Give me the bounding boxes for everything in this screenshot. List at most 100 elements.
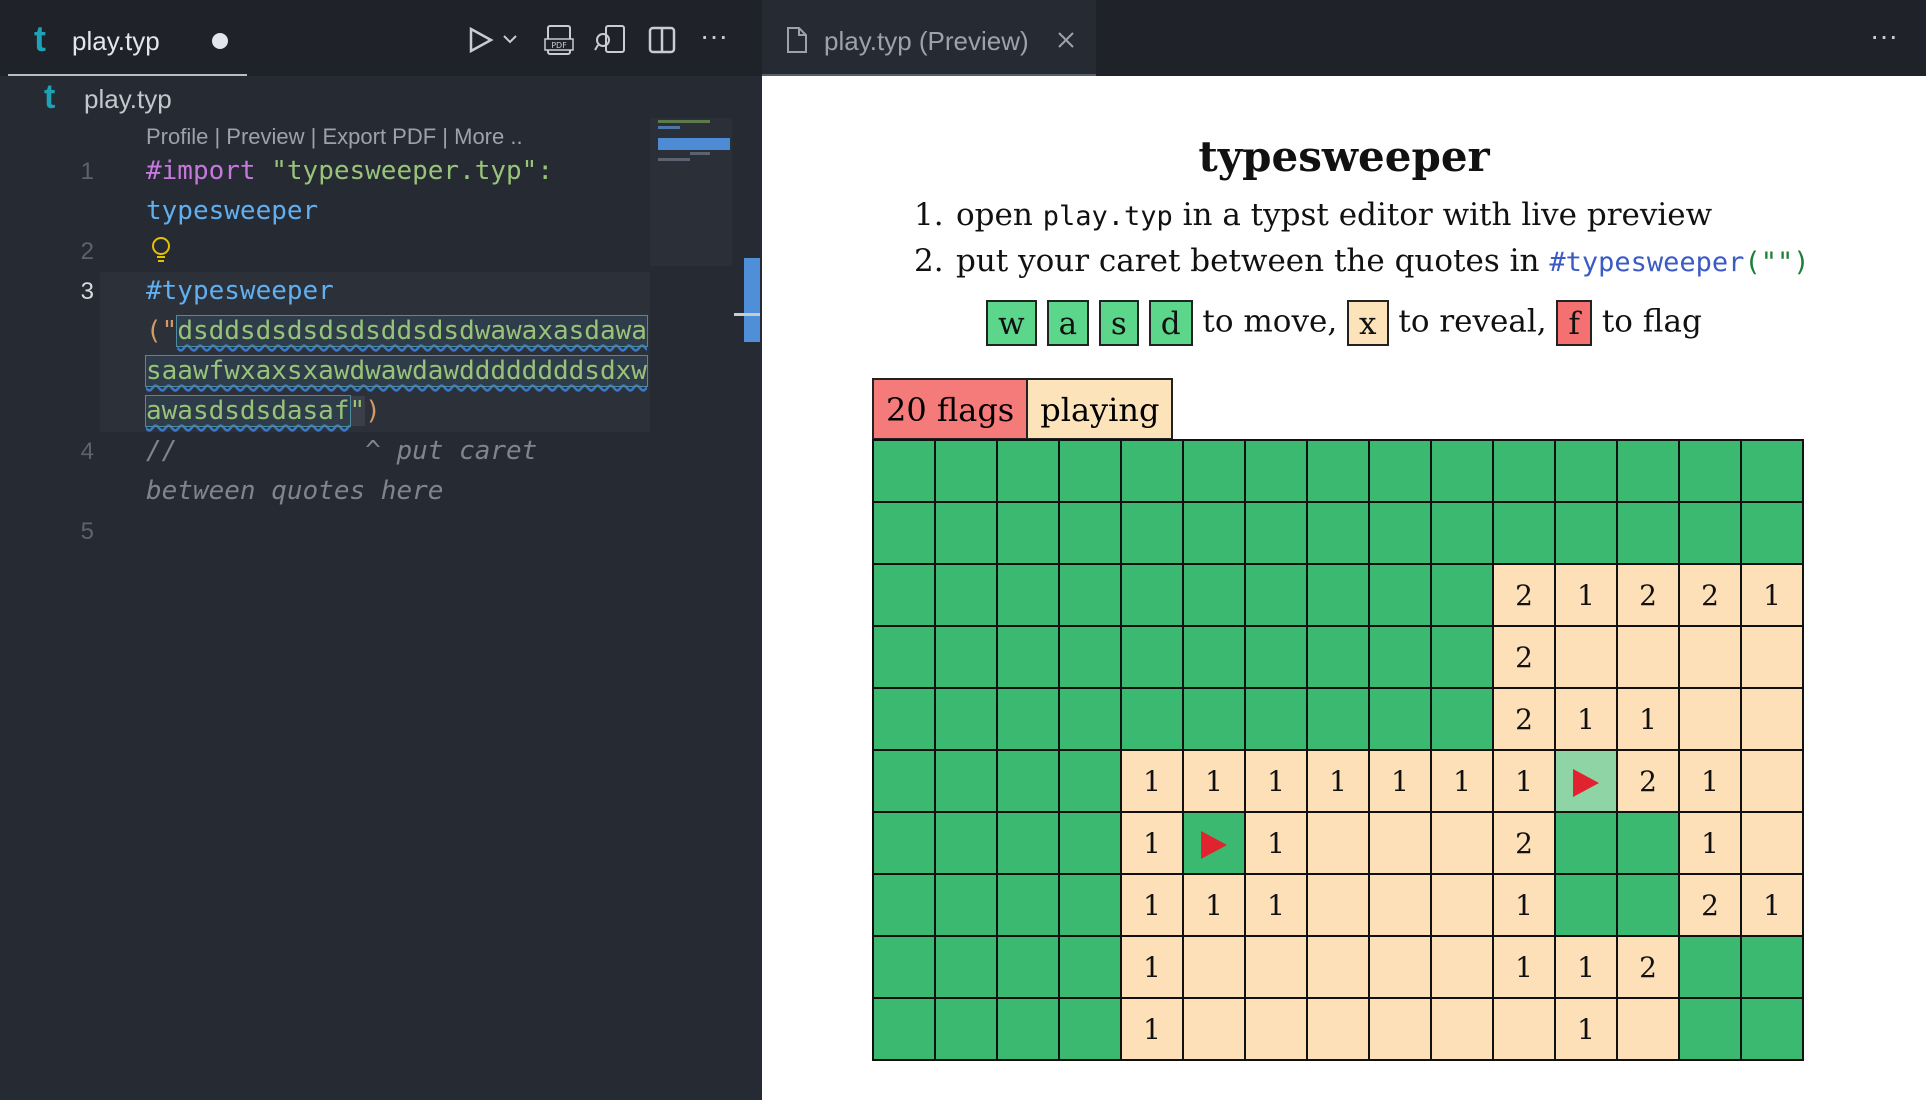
revealed-cell: 1 [1306, 749, 1370, 813]
more-actions-icon[interactable]: ··· [700, 20, 728, 52]
revealed-cell [1368, 811, 1432, 875]
code-line-3[interactable]: #typesweeper [146, 276, 334, 306]
editor-tab-play-typ[interactable]: t play.typ [8, 0, 247, 76]
revealed-cell: 1 [1554, 997, 1618, 1061]
hidden-cell [934, 687, 998, 751]
list-item-1-text: open [956, 197, 1043, 233]
chevron-down-icon[interactable] [502, 34, 518, 46]
hidden-cell [872, 873, 936, 937]
board-row: 1121 [872, 811, 1804, 875]
run-icon[interactable] [466, 26, 494, 54]
code-line-4[interactable]: // ^ put caret [146, 436, 537, 466]
hidden-cell [1740, 997, 1804, 1061]
hidden-cell [1368, 625, 1432, 689]
codelens-actions[interactable]: Profile | Preview | Export PDF | More .. [146, 124, 523, 150]
list-item-1-text-end: in a typst editor with live preview [1172, 197, 1713, 233]
key-a: a [1046, 300, 1090, 346]
revealed-cell [1306, 997, 1370, 1061]
hidden-cell [1678, 935, 1742, 999]
revealed-cell [1368, 997, 1432, 1061]
code-line-4-wrap[interactable]: between quotes here [146, 476, 443, 506]
hidden-cell [1182, 501, 1246, 565]
hidden-cell [1430, 501, 1494, 565]
flag-icon [1201, 831, 1227, 859]
code-line-3-wrap-3[interactable]: awasdsdsdasaf") [145, 395, 381, 427]
hidden-cell [996, 439, 1060, 503]
hidden-cell [934, 749, 998, 813]
hidden-cell [996, 997, 1060, 1061]
hidden-cell [996, 873, 1060, 937]
revealed-cell: 2 [1678, 873, 1742, 937]
revealed-cell: 2 [1616, 563, 1680, 627]
key-w: w [986, 300, 1037, 346]
revealed-cell [1740, 749, 1804, 813]
reveal-label: to reveal, [1398, 303, 1547, 340]
hidden-cell [1120, 687, 1184, 751]
file-icon [787, 27, 807, 53]
revealed-cell: 1 [1244, 811, 1308, 875]
unsaved-dot-icon[interactable] [212, 33, 228, 49]
code-line-3-wrap-1[interactable]: ("dsddsdsdsdsdsddsdsdwawaxasdawa [146, 315, 648, 347]
revealed-cell: 1 [1740, 563, 1804, 627]
flag-label: to flag [1601, 303, 1702, 340]
export-pdf-icon[interactable]: PDF [544, 24, 574, 56]
code-line-3-wrap-2[interactable]: saawfwxaxsxawdwawdawddddddddsdxw [145, 355, 648, 387]
hidden-cell [934, 811, 998, 875]
hidden-cell [1306, 625, 1370, 689]
board-row [872, 439, 1804, 503]
preview-side-icon[interactable] [594, 24, 626, 54]
revealed-cell [1430, 811, 1494, 875]
list-number-1: 1. [914, 197, 944, 233]
revealed-cell [1430, 935, 1494, 999]
hidden-cell [934, 439, 998, 503]
revealed-cell [1244, 935, 1308, 999]
board-row: 1112 [872, 935, 1804, 999]
inline-code-quotes: ("") [1744, 247, 1810, 278]
hidden-cell [1430, 439, 1494, 503]
editor-pane: t play.typ PDF ··· t play.typ Profile | … [0, 0, 762, 1100]
revealed-cell: 1 [1616, 687, 1680, 751]
breadcrumb-file[interactable]: play.typ [84, 84, 172, 115]
revealed-cell [1678, 687, 1742, 751]
move-string-part-3: awasdsdsdasaf [145, 395, 351, 427]
split-editor-icon[interactable] [648, 26, 676, 54]
hidden-cell [872, 935, 936, 999]
hidden-cell [1616, 811, 1680, 875]
hidden-cell [1554, 439, 1618, 503]
hidden-cell [1616, 439, 1680, 503]
hidden-cell [1058, 997, 1122, 1061]
breadcrumb-typst-icon: t [44, 78, 56, 116]
board-row: 111121 [872, 873, 1804, 937]
hidden-cell [1182, 687, 1246, 751]
list-number-2: 2. [914, 243, 944, 279]
open-paren-quote: (" [146, 316, 178, 346]
line-number: 2 [80, 238, 94, 265]
revealed-cell: 1 [1492, 873, 1556, 937]
revealed-cell [1182, 997, 1246, 1061]
revealed-cell: 1 [1554, 687, 1618, 751]
preview-tab[interactable]: play.typ (Preview) [762, 0, 1096, 76]
code-line-1[interactable]: #import "typesweeper.typ": [146, 156, 553, 186]
closing-paren: ) [365, 396, 381, 426]
hidden-cell [1740, 935, 1804, 999]
move-string-part-2: saawfwxaxsxawdwawdawddddddddsdxw [145, 355, 648, 387]
scrollbar-thumb[interactable] [744, 258, 760, 342]
preview-more-icon[interactable]: ··· [1870, 20, 1898, 52]
hidden-cell [1058, 811, 1122, 875]
revealed-cell [1616, 625, 1680, 689]
hidden-cell [1058, 501, 1122, 565]
hidden-cell [934, 935, 998, 999]
hidden-cell [1368, 439, 1432, 503]
lightbulb-icon[interactable] [150, 236, 172, 264]
close-icon[interactable] [1056, 30, 1076, 50]
hidden-cell [1554, 501, 1618, 565]
revealed-cell [1740, 687, 1804, 751]
hidden-cell [1678, 997, 1742, 1061]
hidden-cell [1430, 625, 1494, 689]
hidden-cell [1058, 873, 1122, 937]
hidden-cell [996, 563, 1060, 627]
minimap[interactable] [650, 118, 732, 266]
hidden-cell [1120, 501, 1184, 565]
hidden-cell [996, 749, 1060, 813]
code-line-1-wrap[interactable]: typesweeper [146, 196, 318, 226]
